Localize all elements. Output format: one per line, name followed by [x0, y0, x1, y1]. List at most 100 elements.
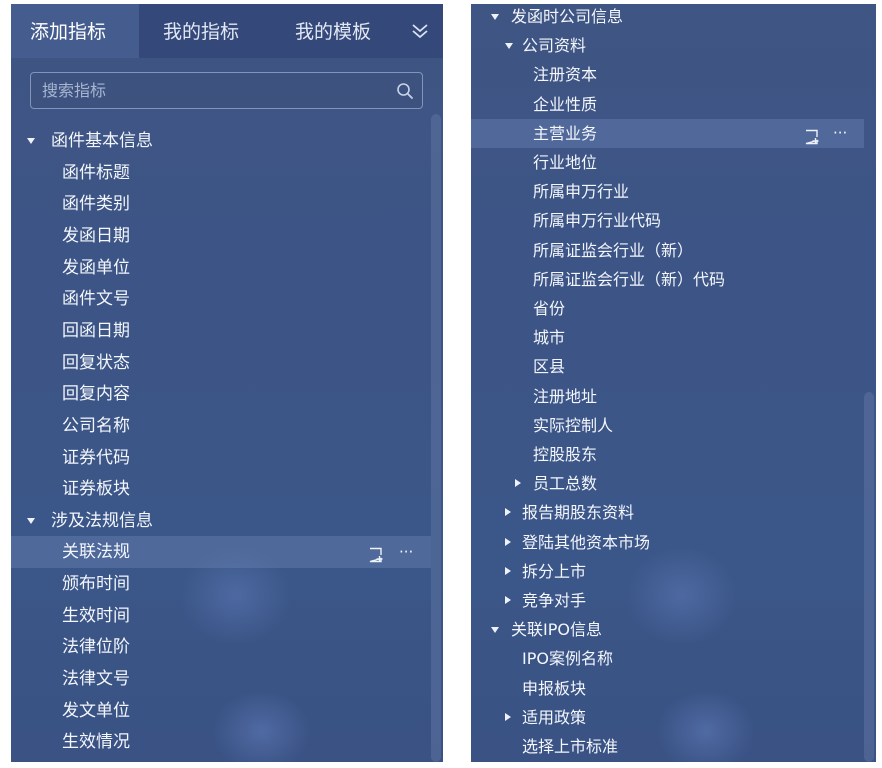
tree-item-label: 发文单位 [62, 700, 130, 721]
tree-group-row[interactable]: 适用政策 [471, 703, 864, 732]
add-note-icon[interactable] [803, 126, 821, 144]
caret-right-icon[interactable] [505, 566, 511, 575]
tree-item-label: 所属申万行业代码 [533, 211, 662, 231]
tree-group-row[interactable]: 员工总数 [471, 469, 864, 498]
tree-item-row[interactable]: 公司名称 [11, 410, 431, 442]
search-input[interactable] [31, 73, 381, 108]
tree-item-row[interactable]: 法律位阶 [11, 631, 431, 663]
tree-item-row[interactable]: 区县 [471, 352, 864, 381]
caret-right-icon[interactable] [505, 596, 511, 604]
tree-group-row[interactable]: 函件基本信息 [11, 125, 431, 157]
tree-item-row[interactable]: 控股股东 [471, 440, 864, 469]
add-note-icon[interactable] [367, 543, 385, 563]
tree-item-label: 回复状态 [62, 352, 130, 373]
tree-group-row[interactable]: 发函时公司信息 [471, 4, 864, 31]
tree-item-label: 选择上市标准 [522, 737, 619, 756]
tree-item-label: 适用政策 [522, 707, 587, 727]
tree-item-label: 函件类别 [62, 194, 130, 215]
tree-item-label: 回复内容 [62, 384, 130, 405]
row-actions: ··· [11, 536, 431, 568]
tree-group-row[interactable]: 公司资料 [471, 31, 864, 60]
tree-item-row[interactable]: 函件类别 [11, 188, 431, 220]
tree-item-row[interactable]: 发函单位 [11, 252, 431, 284]
tree-item-row[interactable]: 法律文号 [11, 663, 431, 695]
tree-group-row[interactable]: 涉及法规信息 [11, 505, 431, 537]
more-options-button[interactable]: ··· [399, 536, 413, 568]
tree-item-row[interactable]: 企业性质 [471, 90, 864, 119]
tree-item-row[interactable]: 所属申万行业 [471, 177, 864, 206]
tree-item-label: 报告期股东资料 [522, 503, 635, 523]
caret-down-icon[interactable] [27, 138, 35, 144]
tree-item-label: 证券板块 [62, 479, 130, 500]
tree-group-row[interactable]: 登陆其他资本市场 [471, 528, 864, 557]
caret-down-icon[interactable] [491, 14, 499, 20]
caret-right-icon[interactable] [505, 508, 511, 517]
tree-item-label: 函件基本信息 [51, 131, 153, 151]
tree-item-row[interactable]: 回复内容 [11, 378, 431, 410]
search-box [30, 72, 423, 109]
tree-item-label: 函件文号 [62, 289, 130, 310]
scrollbar[interactable] [864, 392, 874, 762]
chevron-double-down-icon[interactable] [405, 16, 435, 46]
caret-down-icon[interactable] [505, 43, 513, 50]
caret-right-icon[interactable] [515, 479, 521, 488]
tree-item-row[interactable]: 关联法规 ··· [11, 536, 431, 569]
tree-item-row[interactable]: 函件标题 [11, 157, 431, 189]
row-actions: ··· [471, 119, 864, 148]
tab-my-templates[interactable]: 我的模板 [269, 4, 399, 58]
tree-item-label: 生效情况 [62, 732, 130, 753]
more-options-button[interactable]: ··· [833, 119, 847, 148]
tree-item-row[interactable]: IPO案例名称 [471, 644, 864, 673]
search-icon[interactable] [395, 81, 415, 101]
tree-item-row[interactable]: 所属申万行业代码 [471, 206, 864, 235]
tree-item-label: 拆分上市 [522, 561, 587, 581]
tree-group-row[interactable]: 关联IPO信息 [471, 615, 864, 644]
tree-item-label: 申报板块 [522, 678, 587, 698]
tree-item-row[interactable]: 注册资本 [471, 60, 864, 89]
tree-item-row[interactable]: 省份 [471, 294, 864, 323]
tree-item-row[interactable]: 所属证监会行业（新） [471, 236, 864, 265]
caret-down-icon[interactable] [491, 627, 499, 634]
tree-item-row[interactable]: 注册地址 [471, 382, 864, 411]
tree-item-row[interactable]: 发文单位 [11, 695, 431, 727]
tree-item-row[interactable]: 实际控制人 [471, 411, 864, 440]
tree-item-label: 证券代码 [62, 447, 130, 468]
tree-item-label: 控股股东 [533, 445, 598, 464]
tree-group-row[interactable]: 竞争对手 [471, 586, 864, 615]
tree-item-label: 发函时公司信息 [511, 7, 624, 26]
tree-item-row[interactable]: 城市 [471, 323, 864, 352]
tree-item-row[interactable]: 发函日期 [11, 220, 431, 252]
tree-item-label: 登陆其他资本市场 [522, 532, 651, 552]
tree-item-row[interactable]: 申报板块 [471, 674, 864, 703]
tab-add-indicator[interactable]: 添加指标 [11, 4, 139, 58]
tree-item-row[interactable]: 主营业务 ··· [471, 118, 864, 148]
tree-item-row[interactable]: 证券代码 [11, 442, 431, 474]
tree-item-label: 回函日期 [62, 320, 130, 341]
caret-down-icon[interactable] [27, 517, 35, 524]
tree-item-label: 公司名称 [62, 415, 130, 436]
tree-item-row[interactable]: 所属证监会行业（新）代码 [471, 265, 864, 294]
caret-right-icon[interactable] [505, 712, 511, 721]
tree-item-label: 注册地址 [533, 386, 598, 406]
scrollbar[interactable] [431, 114, 441, 762]
tree-item-row[interactable]: 颁布时间 [11, 568, 431, 600]
tab-my-indicators[interactable]: 我的指标 [139, 4, 269, 58]
tree-item-row[interactable]: 函件文号 [11, 283, 431, 315]
tree-item-row[interactable]: 生效时间 [11, 600, 431, 632]
tree-item-label: 行业地位 [533, 153, 598, 172]
indicator-panel-left: 添加指标 我的指标 我的模板 函件基本信息函件标题函件类别发函日期发函单位函件文… [11, 4, 443, 762]
tree-item-row[interactable]: 回复状态 [11, 347, 431, 379]
tree-item-label: 发函单位 [62, 257, 130, 278]
tree-item-row[interactable]: 行业地位 [471, 148, 864, 177]
tree-item-row[interactable]: 选择上市标准 [471, 732, 864, 761]
tree-group-row[interactable]: 报告期股东资料 [471, 498, 864, 527]
tree-item-row[interactable]: 生效情况 [11, 726, 431, 758]
tree-item-row[interactable]: 证券板块 [11, 473, 431, 505]
tree-group-row[interactable]: 拆分上市 [471, 557, 864, 586]
tree-item-label: 生效时间 [62, 605, 130, 626]
tree-item-label: 公司资料 [522, 36, 587, 56]
caret-right-icon[interactable] [505, 537, 511, 546]
tree-item-row[interactable]: 回函日期 [11, 315, 431, 347]
tree-item-label: 城市 [533, 328, 566, 348]
tree-item-label: 所属证监会行业（新）代码 [533, 269, 726, 289]
